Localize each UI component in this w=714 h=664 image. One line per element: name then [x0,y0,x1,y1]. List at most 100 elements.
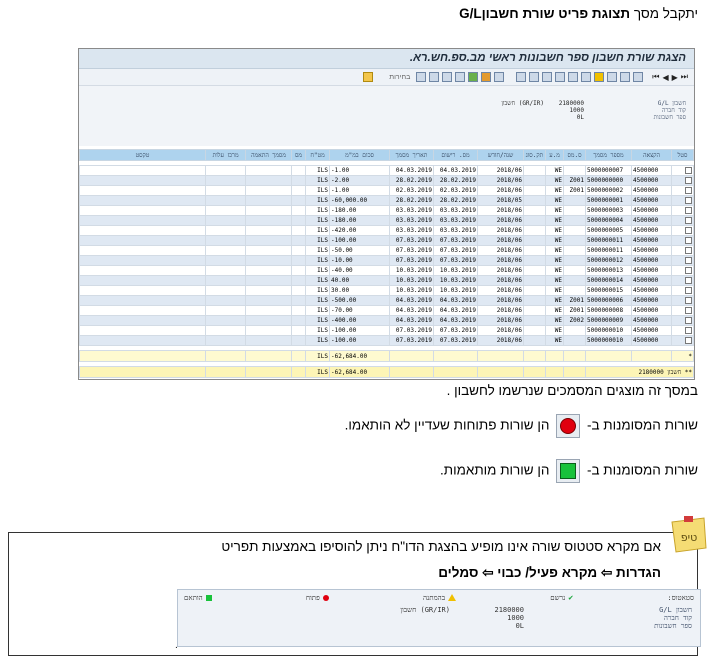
row-checkbox[interactable] [671,295,694,306]
info-icon[interactable] [429,72,440,82]
checkbox-icon[interactable] [685,237,692,244]
layout-icon[interactable] [481,72,492,82]
sort-asc-icon[interactable] [542,72,553,82]
folder-icon[interactable] [594,72,605,82]
row-checkbox[interactable] [671,245,694,256]
prev-page-icon[interactable]: ◀ [662,73,668,82]
column-header[interactable]: מספר מסמך [585,149,632,161]
last-page-icon[interactable]: ⏭ [681,72,688,82]
table-row[interactable]: 4500000 5000000014 WE 2018/06 10.03.2019 10.0… [79,275,694,286]
column-header[interactable]: מס. רישום [433,149,478,161]
next-page-icon[interactable]: ▶ [672,73,678,82]
row-checkbox[interactable] [671,275,694,286]
row-checkbox[interactable] [671,285,694,296]
table-row[interactable]: 4500000 5000000005 WE 2018/06 03.03.2019 03.0… [79,225,694,236]
table-row[interactable]: 4500000 5000000006 Z001 WE 2018/06 04.03.2019… [79,295,694,306]
column-header[interactable]: טקסט [79,149,206,161]
print-icon[interactable] [581,72,592,82]
subtotal-marker: * [671,350,694,362]
table-row[interactable]: 4500000 5000000013 WE 2018/06 10.03.2019 10.0… [79,265,694,276]
row-checkbox[interactable] [671,225,694,236]
table-row[interactable]: 4500000 5000000011 WE 2018/06 07.03.2019 07.0… [79,235,694,246]
edit-icon[interactable] [620,72,631,82]
sort-desc-icon[interactable] [555,72,566,82]
document-icon[interactable] [442,72,453,82]
row-checkbox[interactable] [671,215,694,226]
checkbox-icon[interactable] [685,187,692,194]
row-checkbox[interactable] [671,235,694,246]
selections-button[interactable]: בחירות [389,74,410,81]
table-cell: 5000000010 [585,325,632,336]
row-checkbox[interactable] [671,255,694,266]
column-header[interactable]: מרכז עלות [205,149,246,161]
filter-icon[interactable] [529,72,540,82]
table-row[interactable]: 4500000 5000000015 WE 2018/06 10.03.2019 10.0… [79,285,694,296]
checkbox-icon[interactable] [685,297,692,304]
mail-icon[interactable] [607,72,618,82]
export-icon[interactable] [468,72,479,82]
first-page-icon[interactable]: ⏮ [652,72,659,82]
details-icon[interactable] [494,72,505,82]
column-header[interactable]: ס.מס [563,149,586,161]
table-cell [205,245,246,256]
row-checkbox[interactable] [671,175,694,186]
checkbox-icon[interactable] [685,277,692,284]
row-checkbox[interactable] [671,315,694,326]
row-checkbox[interactable] [671,185,694,196]
table-row[interactable]: 4500000 5000000011 WE 2018/06 07.03.2019 07.0… [79,245,694,256]
table-row[interactable]: 4500000 5000000003 WE 2018/06 03.03.2019 03.0… [79,205,694,216]
checkbox-icon[interactable] [685,207,692,214]
column-header[interactable]: שנה/חודש [477,149,524,161]
table-cell [523,295,546,306]
checkbox-icon[interactable] [685,247,692,254]
column-header[interactable]: מט"ח [305,149,330,161]
checkbox-icon[interactable] [685,167,692,174]
table-cell [291,205,306,216]
column-header[interactable]: מסמך התאמה [245,149,292,161]
change-icon[interactable] [455,72,466,82]
table-cell [245,235,292,246]
row-checkbox[interactable] [671,165,694,176]
row-checkbox[interactable] [671,335,694,346]
column-header[interactable]: מ.ע [545,149,564,161]
display-icon[interactable] [416,72,427,82]
table-row[interactable]: 4500000 5000000002 Z001 WE 2018/06 02.03.2019… [79,185,694,196]
column-header[interactable]: הקצאה [631,149,672,161]
row-checkbox[interactable] [671,305,694,316]
checkbox-icon[interactable] [685,217,692,224]
table-row[interactable]: 4500000 5000000004 WE 2018/06 03.03.2019 03.0… [79,215,694,226]
table-row[interactable]: 4500000 5000000001 WE 2018/05 28.02.2019 28.0… [79,195,694,206]
checkbox-icon[interactable] [685,177,692,184]
row-checkbox[interactable] [671,205,694,216]
select-icon[interactable] [633,72,644,82]
note-icon[interactable] [363,72,374,82]
checkbox-icon[interactable] [685,257,692,264]
table-cell [291,255,306,266]
column-header[interactable]: מס [291,149,306,161]
table-row[interactable]: 4500000 5000000000 Z001 WE 2018/06 28.02.2019… [79,175,694,186]
table-cell: WE [545,215,564,226]
column-header[interactable]: תאריך מסמך [389,149,434,161]
grid-icon[interactable] [516,72,527,82]
checkbox-icon[interactable] [685,267,692,274]
table-row[interactable]: 4500000 5000000012 WE 2018/06 07.03.2019 07.0… [79,255,694,266]
table-row[interactable]: 4500000 5000000008 Z001 WE 2018/06 04.03.2019… [79,305,694,316]
checkbox-icon[interactable] [685,337,692,344]
row-checkbox[interactable] [671,325,694,336]
checkbox-icon[interactable] [685,197,692,204]
checkbox-icon[interactable] [685,287,692,294]
checkbox-icon[interactable] [685,227,692,234]
column-header[interactable]: סכום במ"מ [329,149,390,161]
table-row[interactable]: 4500000 5000000010 WE 2018/06 07.03.2019 07.0… [79,325,694,336]
sum-icon[interactable] [568,72,579,82]
table-row[interactable]: 4500000 5000000007 WE 2018/06 04.03.2019 04.0… [79,165,694,176]
row-checkbox[interactable] [671,195,694,206]
table-row[interactable]: 4500000 5000000009 Z002 WE 2018/06 04.03.2019… [79,315,694,326]
checkbox-icon[interactable] [685,307,692,314]
column-header[interactable]: תק.סוג [523,149,546,161]
table-row[interactable]: 4500000 5000000010 WE 2018/06 07.03.2019 07.0… [79,335,694,346]
row-checkbox[interactable] [671,265,694,276]
column-header[interactable]: סטל [671,149,694,161]
checkbox-icon[interactable] [685,327,692,334]
checkbox-icon[interactable] [685,317,692,324]
